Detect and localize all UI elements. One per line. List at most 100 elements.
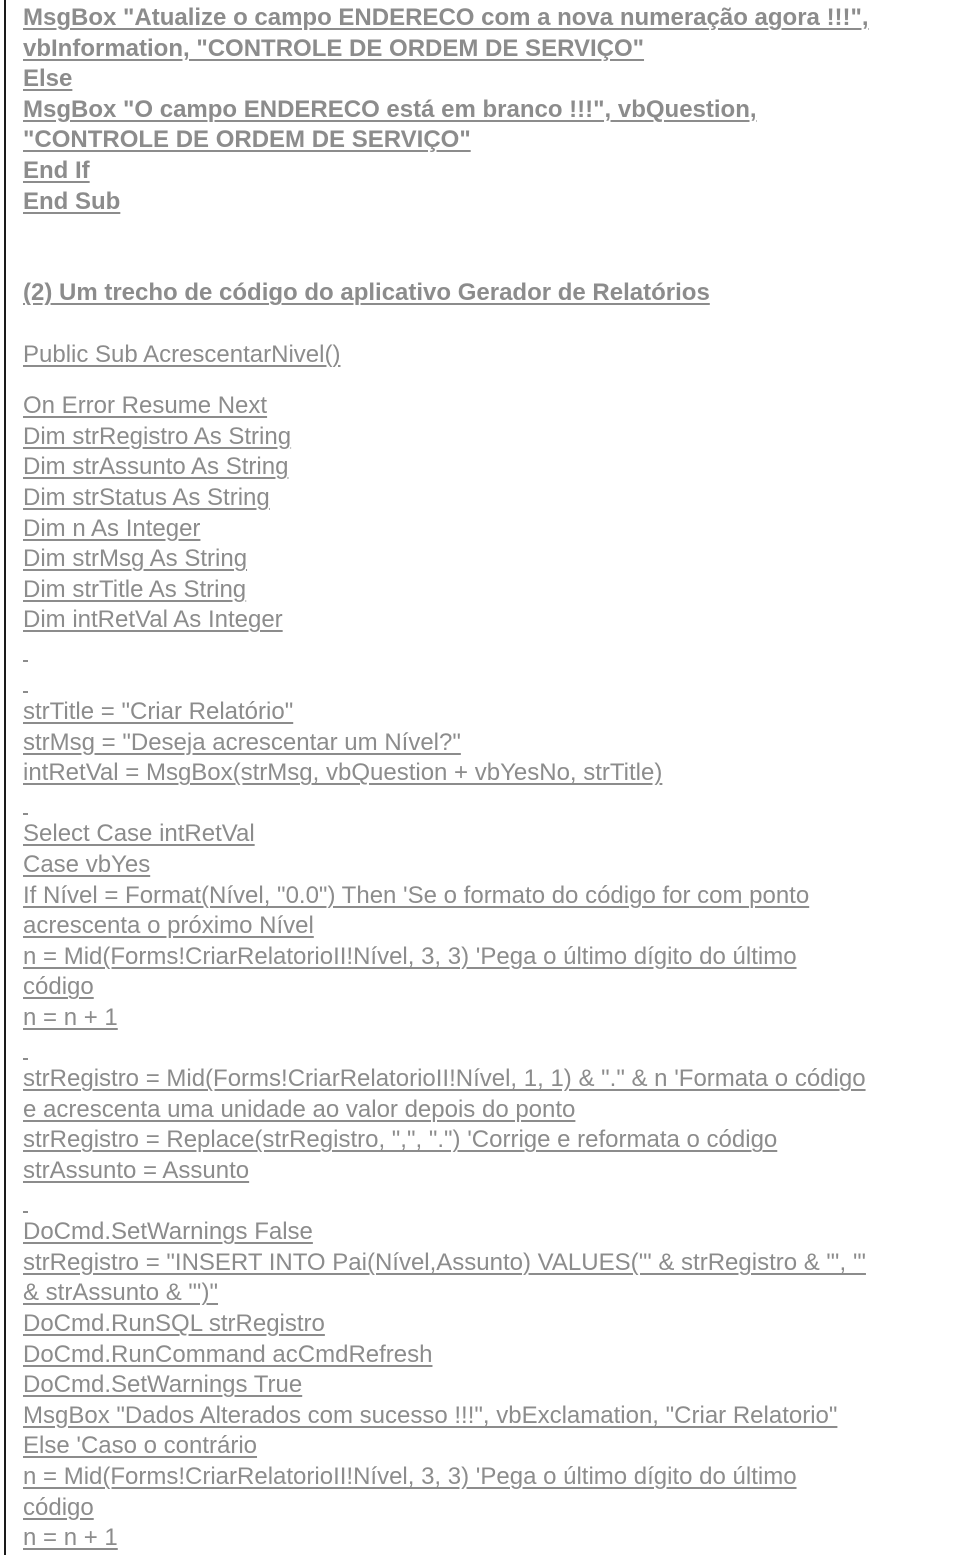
underlined-space bbox=[23, 636, 28, 667]
code-line[interactable]: Dim strRegistro As String bbox=[23, 422, 958, 453]
code-line[interactable]: e acrescenta uma unidade ao valor depois… bbox=[23, 1095, 958, 1126]
section-heading[interactable]: (2) Um trecho de código do aplicativo Ge… bbox=[23, 278, 958, 309]
code-line[interactable]: strRegistro = Mid(Forms!CriarRelatorioII… bbox=[23, 1064, 958, 1095]
blank-code-line bbox=[23, 789, 958, 820]
underlined-space bbox=[23, 1034, 28, 1065]
code-line-text[interactable]: strMsg = "Deseja acrescentar um Nível?" bbox=[23, 729, 461, 756]
section-heading-text[interactable]: (2) Um trecho de código do aplicativo Ge… bbox=[23, 279, 710, 306]
code-line[interactable]: Select Case intRetVal bbox=[23, 819, 958, 850]
code-line[interactable]: n = Mid(Forms!CriarRelatorioII!Nível, 3,… bbox=[23, 942, 958, 973]
code-line[interactable]: strAssunto = Assunto bbox=[23, 1156, 958, 1187]
underlined-space bbox=[23, 1187, 28, 1218]
code-line-text[interactable]: n = Mid(Forms!CriarRelatorioII!Nível, 3,… bbox=[23, 943, 797, 970]
code-line-text[interactable]: vbInformation, "CONTROLE DE ORDEM DE SER… bbox=[23, 35, 644, 62]
code-line-text[interactable]: End Sub bbox=[23, 188, 120, 215]
blank-code-line bbox=[23, 666, 958, 697]
code-line-text[interactable]: "CONTROLE DE ORDEM DE SERVIÇO" bbox=[23, 126, 471, 153]
code-line[interactable]: n = Mid(Forms!CriarRelatorioII!Nível, 3,… bbox=[23, 1462, 958, 1493]
code-line[interactable]: n = n + 1 bbox=[23, 1523, 958, 1554]
code-line-text[interactable]: strRegistro = "INSERT INTO Pai(Nível,Ass… bbox=[23, 1249, 866, 1276]
code-block: On Error Resume Next Dim strRegistro As S… bbox=[23, 391, 958, 1554]
code-line[interactable]: n = n + 1 bbox=[23, 1003, 958, 1034]
code-line[interactable]: If Nível = Format(Nível, "0.0") Then 'Se… bbox=[23, 881, 958, 912]
code-line-text[interactable]: strTitle = "Criar Relatório" bbox=[23, 698, 293, 725]
code-line[interactable]: strMsg = "Deseja acrescentar um Nível?" bbox=[23, 728, 958, 759]
code-line-text[interactable]: DoCmd.RunCommand acCmdRefresh bbox=[23, 1341, 432, 1368]
code-line[interactable]: DoCmd.SetWarnings True bbox=[23, 1370, 958, 1401]
code-line-text[interactable]: Else 'Caso o contrário bbox=[23, 1432, 257, 1459]
code-line[interactable]: Dim intRetVal As Integer bbox=[23, 605, 958, 636]
sub-declaration[interactable]: Public Sub AcrescentarNivel() bbox=[23, 340, 958, 371]
code-line-text[interactable]: MsgBox "O campo ENDERECO está em branco … bbox=[23, 96, 757, 123]
document-body: MsgBox "Atualize o campo ENDERECO com a … bbox=[23, 3, 958, 1554]
code-line-text[interactable]: n = n + 1 bbox=[23, 1004, 118, 1031]
code-line[interactable]: strTitle = "Criar Relatório" bbox=[23, 697, 958, 728]
code-line-text[interactable]: código bbox=[23, 1494, 94, 1521]
code-line-text[interactable]: DoCmd.RunSQL strRegistro bbox=[23, 1310, 325, 1337]
code-line[interactable]: End If bbox=[23, 156, 958, 187]
left-border-rule bbox=[4, 0, 6, 1555]
code-line-text[interactable]: Dim strTitle As String bbox=[23, 576, 246, 603]
code-line-text[interactable]: Select Case intRetVal bbox=[23, 820, 255, 847]
code-line[interactable]: código bbox=[23, 972, 958, 1003]
code-line[interactable]: strRegistro = Replace(strRegistro, ",", … bbox=[23, 1125, 958, 1156]
code-line-text[interactable]: Dim strStatus As String bbox=[23, 484, 270, 511]
code-line-text[interactable]: n = n + 1 bbox=[23, 1524, 118, 1551]
code-line[interactable]: DoCmd.SetWarnings False bbox=[23, 1217, 958, 1248]
code-line-text[interactable]: DoCmd.SetWarnings False bbox=[23, 1218, 313, 1245]
code-line-text[interactable]: Dim strMsg As String bbox=[23, 545, 247, 572]
code-line[interactable]: strRegistro = "INSERT INTO Pai(Nível,Ass… bbox=[23, 1248, 958, 1279]
blank-code-line bbox=[23, 636, 958, 667]
code-line-text[interactable]: acrescenta o próximo Nível bbox=[23, 912, 314, 939]
code-line-text[interactable]: e acrescenta uma unidade ao valor depois… bbox=[23, 1096, 575, 1123]
code-line-text[interactable]: Dim n As Integer bbox=[23, 515, 200, 542]
code-line[interactable]: código bbox=[23, 1493, 958, 1524]
code-line-text[interactable]: MsgBox "Atualize o campo ENDERECO com a … bbox=[23, 4, 869, 31]
blank-code-line bbox=[23, 1187, 958, 1218]
code-line-text[interactable]: If Nível = Format(Nível, "0.0") Then 'Se… bbox=[23, 882, 809, 909]
code-line[interactable]: Dim strStatus As String bbox=[23, 483, 958, 514]
code-line[interactable]: DoCmd.RunSQL strRegistro bbox=[23, 1309, 958, 1340]
code-line[interactable]: "CONTROLE DE ORDEM DE SERVIÇO" bbox=[23, 125, 958, 156]
code-line[interactable]: vbInformation, "CONTROLE DE ORDEM DE SER… bbox=[23, 34, 958, 65]
code-line-text[interactable]: n = Mid(Forms!CriarRelatorioII!Nível, 3,… bbox=[23, 1463, 797, 1490]
code-line[interactable]: Dim strTitle As String bbox=[23, 575, 958, 606]
code-line-text[interactable]: strRegistro = Mid(Forms!CriarRelatorioII… bbox=[23, 1065, 866, 1092]
code-line-text[interactable]: & strAssunto & "')" bbox=[23, 1279, 218, 1306]
code-line-text[interactable]: código bbox=[23, 973, 94, 1000]
code-line[interactable]: Dim strMsg As String bbox=[23, 544, 958, 575]
underlined-space bbox=[23, 789, 28, 820]
code-line-text[interactable]: Dim strRegistro As String bbox=[23, 423, 291, 450]
code-line-text[interactable]: On Error Resume Next bbox=[23, 392, 267, 419]
sub-declaration-text[interactable]: Public Sub AcrescentarNivel() bbox=[23, 341, 340, 368]
code-line[interactable]: Dim n As Integer bbox=[23, 514, 958, 545]
code-line-text[interactable]: strRegistro = Replace(strRegistro, ",", … bbox=[23, 1126, 777, 1153]
code-line-text[interactable]: intRetVal = MsgBox(strMsg, vbQuestion + … bbox=[23, 759, 662, 786]
code-line[interactable]: acrescenta o próximo Nível bbox=[23, 911, 958, 942]
code-line[interactable]: MsgBox "O campo ENDERECO está em branco … bbox=[23, 95, 958, 126]
code-line[interactable]: Case vbYes bbox=[23, 850, 958, 881]
code-line[interactable]: Else 'Caso o contrário bbox=[23, 1431, 958, 1462]
code-line-text[interactable]: Dim strAssunto As String bbox=[23, 453, 288, 480]
code-line[interactable]: intRetVal = MsgBox(strMsg, vbQuestion + … bbox=[23, 758, 958, 789]
code-line-text[interactable]: End If bbox=[23, 157, 90, 184]
code-line-text[interactable]: MsgBox "Dados Alterados com sucesso !!!"… bbox=[23, 1402, 837, 1429]
code-line[interactable]: & strAssunto & "')" bbox=[23, 1278, 958, 1309]
code-line-text[interactable]: Case vbYes bbox=[23, 851, 150, 878]
code-line[interactable]: End Sub bbox=[23, 187, 958, 218]
code-line[interactable]: Dim strAssunto As String bbox=[23, 452, 958, 483]
code-line[interactable]: MsgBox "Dados Alterados com sucesso !!!"… bbox=[23, 1401, 958, 1432]
code-line[interactable]: DoCmd.RunCommand acCmdRefresh bbox=[23, 1340, 958, 1371]
code-line-text[interactable]: DoCmd.SetWarnings True bbox=[23, 1371, 302, 1398]
code-line-text[interactable]: strAssunto = Assunto bbox=[23, 1157, 249, 1184]
code-line[interactable]: MsgBox "Atualize o campo ENDERECO com a … bbox=[23, 3, 958, 34]
code-line-text[interactable]: Else bbox=[23, 65, 72, 92]
top-code-block: MsgBox "Atualize o campo ENDERECO com a … bbox=[23, 3, 958, 217]
code-line[interactable]: On Error Resume Next bbox=[23, 391, 958, 422]
code-line[interactable]: Else bbox=[23, 64, 958, 95]
code-line-text[interactable]: Dim intRetVal As Integer bbox=[23, 606, 283, 633]
underlined-space bbox=[23, 666, 28, 697]
